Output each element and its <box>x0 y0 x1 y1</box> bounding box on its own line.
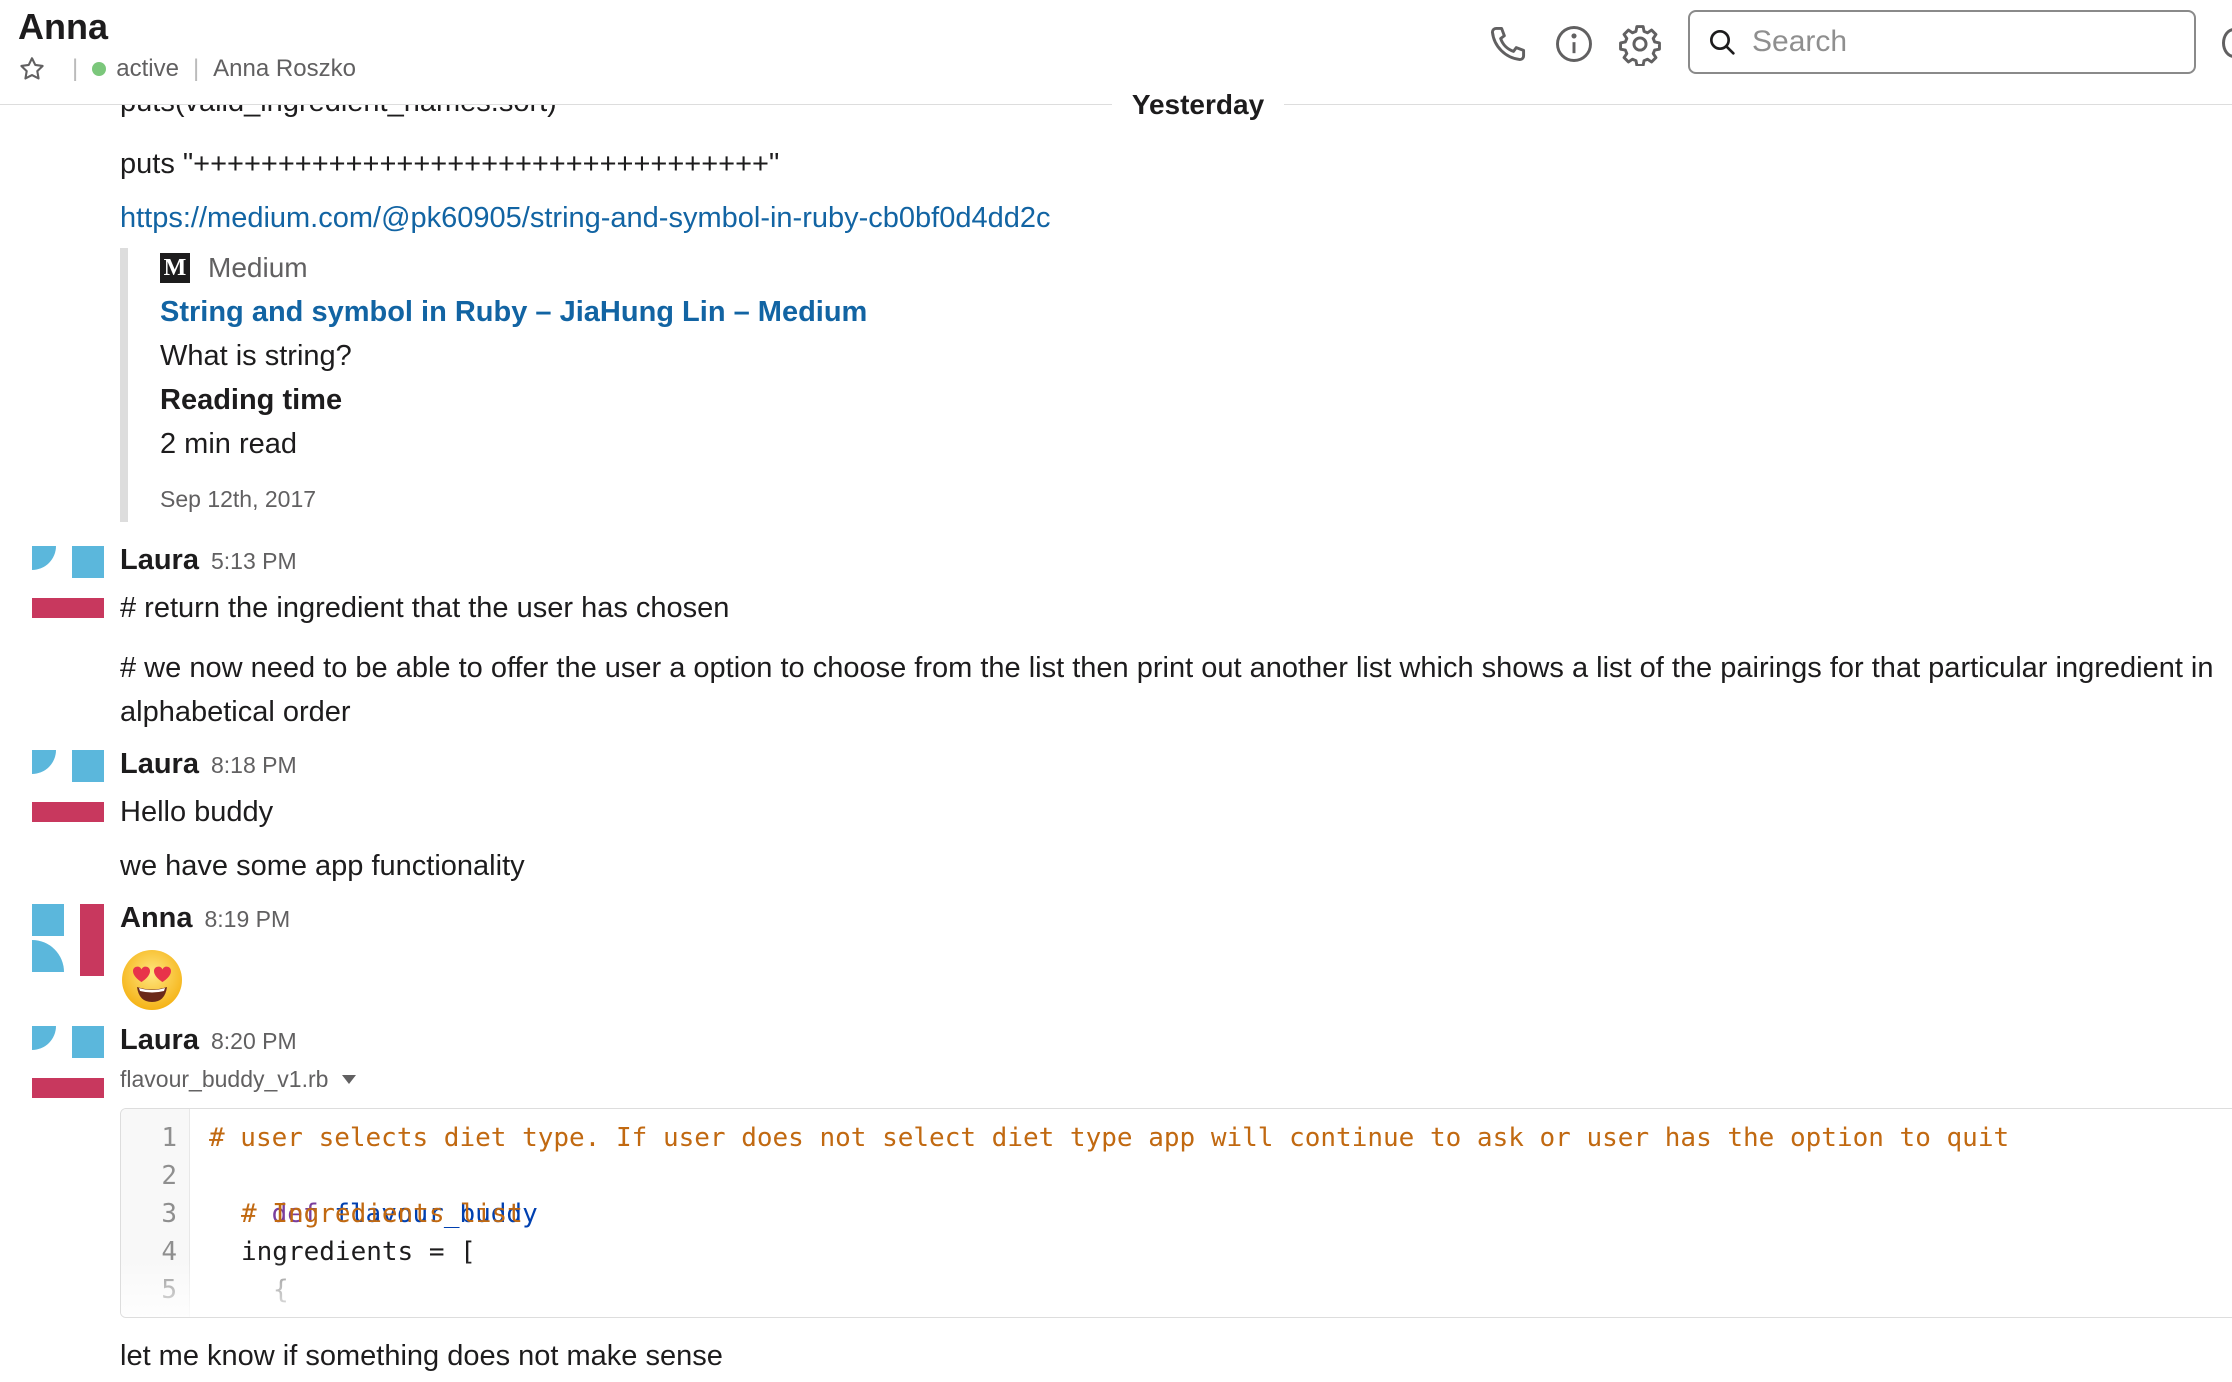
divider-line <box>1284 104 2232 105</box>
attachment-field-value: 2 min read <box>160 428 298 460</box>
search-icon <box>1710 30 1735 55</box>
channel-meta: | active | Anna Roszko <box>18 54 356 84</box>
message-timestamp[interactable]: 8:18 PM <box>211 752 297 779</box>
message-header: Anna 8:19 PM <box>120 902 290 935</box>
heart-eyes-emoji-icon[interactable] <box>120 948 184 1012</box>
attachment-date: Sep 12th, 2017 <box>160 486 317 512</box>
message-header: Laura 5:13 PM <box>120 544 297 577</box>
day-divider: Yesterday <box>0 88 2232 122</box>
search-box[interactable] <box>1688 10 2196 74</box>
meta-separator: | <box>72 55 79 82</box>
message-text: alphabetical order <box>120 696 351 728</box>
author-name[interactable]: Laura <box>120 544 199 577</box>
message-text: Hello buddy <box>120 796 274 828</box>
message-header: Laura 8:18 PM <box>120 748 297 781</box>
meta-separator: | <box>192 55 200 82</box>
message-header: Laura 8:20 PM <box>120 1024 297 1057</box>
phone-icon[interactable] <box>1486 22 1530 66</box>
message-text: # we now need to be able to offer the us… <box>120 652 2214 684</box>
star-icon[interactable] <box>18 55 46 83</box>
code-fade-overlay <box>121 1259 2232 1317</box>
line-number: 2 <box>161 1161 177 1191</box>
search-input[interactable] <box>1750 24 2174 60</box>
presence-status: active <box>116 55 179 82</box>
link-unfurl-attachment: M Medium String and symbol in Ruby – Jia… <box>120 248 1028 522</box>
info-icon[interactable] <box>1552 22 1596 66</box>
divider-line <box>0 104 1112 105</box>
avatar-laura[interactable] <box>32 546 104 618</box>
presence-dot-icon <box>92 62 107 76</box>
code-line: # user selects diet type. If user does n… <box>209 1123 2010 1153</box>
message-timestamp[interactable]: 8:20 PM <box>211 1028 297 1055</box>
author-name[interactable]: Laura <box>120 1024 199 1057</box>
mentions-icon[interactable] <box>2222 28 2232 58</box>
gear-icon[interactable] <box>1618 22 1662 67</box>
author-name[interactable]: Anna <box>120 902 193 935</box>
line-number: 3 <box>161 1199 177 1229</box>
medium-logo-icon: M <box>160 253 190 283</box>
file-name-dropdown[interactable]: flavour_buddy_v1.rb <box>120 1066 357 1093</box>
file-name: flavour_buddy_v1.rb <box>120 1066 329 1092</box>
message-timestamp[interactable]: 8:19 PM <box>205 906 291 933</box>
message-text: let me know if something does not make s… <box>120 1340 723 1372</box>
avatar-laura[interactable] <box>32 1026 104 1098</box>
message-link[interactable]: https://medium.com/@pk60905/string-and-s… <box>120 198 1051 238</box>
attachment-field-label: Reading time <box>160 384 343 416</box>
day-divider-label[interactable]: Yesterday <box>1112 88 1284 122</box>
message-text: puts "++++++++++++++++++++++++++++++++++… <box>120 148 780 180</box>
code-snippet[interactable]: 1 2 3 4 5 # user selects diet type. If u… <box>120 1108 2232 1318</box>
code-line: # Ingredients list <box>241 1199 523 1229</box>
caret-down-icon <box>342 1075 357 1084</box>
attachment-service-name: Medium <box>208 252 308 283</box>
attachment-service: M Medium <box>160 252 308 284</box>
attachment-description: What is string? <box>160 340 352 372</box>
author-name[interactable]: Laura <box>120 748 199 781</box>
message-timestamp[interactable]: 5:13 PM <box>211 548 297 575</box>
channel-title[interactable]: Anna <box>18 6 108 48</box>
message-text: # return the ingredient that the user ha… <box>120 592 730 624</box>
member-full-name: Anna Roszko <box>213 55 356 82</box>
avatar-anna[interactable] <box>32 904 104 976</box>
message-text: we have some app functionality <box>120 850 525 882</box>
line-number: 1 <box>161 1123 177 1153</box>
attachment-title-link[interactable]: String and symbol in Ruby – JiaHung Lin … <box>160 296 867 329</box>
avatar-laura[interactable] <box>32 750 104 822</box>
